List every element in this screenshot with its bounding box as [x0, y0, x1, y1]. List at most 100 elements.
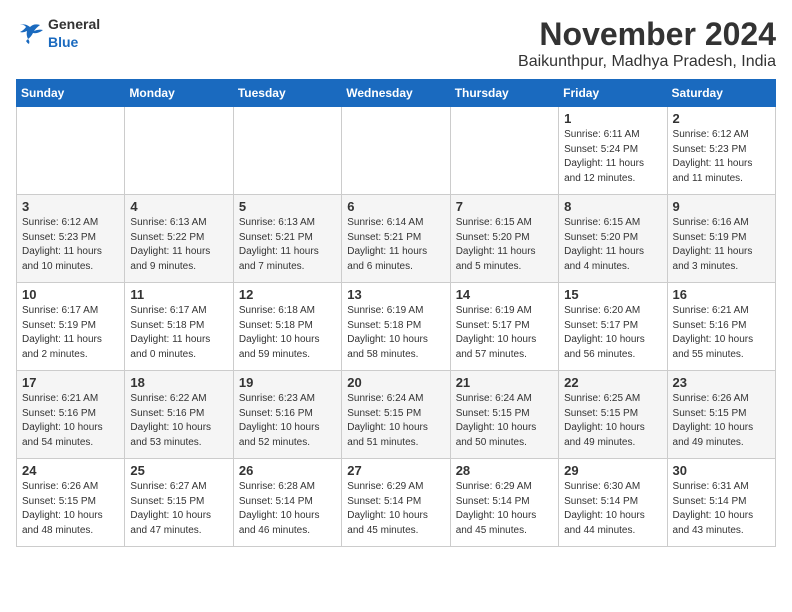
calendar-cell: [233, 107, 341, 195]
day-number: 6: [347, 199, 444, 214]
day-number: 12: [239, 287, 336, 302]
calendar-cell: [125, 107, 233, 195]
calendar-cell: 29 Sunrise: 6:30 AM Sunset: 5:14 PM Dayli…: [559, 459, 667, 547]
day-info: Sunrise: 6:19 AM Sunset: 5:17 PM Dayligh…: [456, 304, 553, 362]
calendar-week-row: 10Sunrise: 6:17 AM Sunset: 5:19 PM Dayli…: [17, 283, 776, 371]
calendar-cell: 24 Sunrise: 6:26 AM Sunset: 5:15 PM Dayli…: [17, 459, 125, 547]
weekday-header-monday: Monday: [125, 80, 233, 107]
day-info: Sunrise: 6:14 AM Sunset: 5:21 PM Dayligh…: [347, 216, 444, 274]
day-info: Sunrise: 6:27 AM Sunset: 5:15 PM Dayligh…: [130, 480, 227, 538]
calendar-cell: 12 Sunrise: 6:18 AM Sunset: 5:18 PM Dayli…: [233, 283, 341, 371]
calendar-week-row: 17Sunrise: 6:21 AM Sunset: 5:16 PM Dayli…: [17, 371, 776, 459]
calendar-cell: 1Sunrise: 6:11 AM Sunset: 5:24 PM Daylig…: [559, 107, 667, 195]
calendar-week-row: 1Sunrise: 6:11 AM Sunset: 5:24 PM Daylig…: [17, 107, 776, 195]
day-number: 26: [239, 463, 336, 478]
day-info: Sunrise: 6:29 AM Sunset: 5:14 PM Dayligh…: [347, 480, 444, 538]
day-info: Sunrise: 6:28 AM Sunset: 5:14 PM Dayligh…: [239, 480, 336, 538]
day-info: Sunrise: 6:26 AM Sunset: 5:15 PM Dayligh…: [673, 392, 770, 450]
day-number: 23: [673, 375, 770, 390]
day-info: Sunrise: 6:12 AM Sunset: 5:23 PM Dayligh…: [673, 128, 770, 186]
calendar-cell: 28 Sunrise: 6:29 AM Sunset: 5:14 PM Dayli…: [450, 459, 558, 547]
calendar-cell: 15Sunrise: 6:20 AM Sunset: 5:17 PM Dayli…: [559, 283, 667, 371]
day-number: 4: [130, 199, 227, 214]
calendar-cell: [342, 107, 450, 195]
calendar-week-row: 3Sunrise: 6:12 AM Sunset: 5:23 PM Daylig…: [17, 195, 776, 283]
day-number: 7: [456, 199, 553, 214]
day-number: 19: [239, 375, 336, 390]
day-info: Sunrise: 6:19 AM Sunset: 5:18 PM Dayligh…: [347, 304, 444, 362]
calendar-cell: 22 Sunrise: 6:25 AM Sunset: 5:15 PM Dayli…: [559, 371, 667, 459]
day-number: 22: [564, 375, 661, 390]
calendar-cell: [450, 107, 558, 195]
day-info: Sunrise: 6:23 AM Sunset: 5:16 PM Dayligh…: [239, 392, 336, 450]
weekday-header-friday: Friday: [559, 80, 667, 107]
day-number: 21: [456, 375, 553, 390]
calendar-cell: 16 Sunrise: 6:21 AM Sunset: 5:16 PM Dayli…: [667, 283, 775, 371]
calendar-cell: [17, 107, 125, 195]
day-info: Sunrise: 6:29 AM Sunset: 5:14 PM Dayligh…: [456, 480, 553, 538]
weekday-header-saturday: Saturday: [667, 80, 775, 107]
day-info: Sunrise: 6:15 AM Sunset: 5:20 PM Dayligh…: [564, 216, 661, 274]
calendar-cell: 26 Sunrise: 6:28 AM Sunset: 5:14 PM Dayli…: [233, 459, 341, 547]
calendar-cell: 2 Sunrise: 6:12 AM Sunset: 5:23 PM Daylig…: [667, 107, 775, 195]
calendar-cell: 6 Sunrise: 6:14 AM Sunset: 5:21 PM Daylig…: [342, 195, 450, 283]
day-number: 14: [456, 287, 553, 302]
calendar-cell: 23 Sunrise: 6:26 AM Sunset: 5:15 PM Dayli…: [667, 371, 775, 459]
calendar-cell: 14 Sunrise: 6:19 AM Sunset: 5:17 PM Dayli…: [450, 283, 558, 371]
day-info: Sunrise: 6:25 AM Sunset: 5:15 PM Dayligh…: [564, 392, 661, 450]
day-info: Sunrise: 6:17 AM Sunset: 5:18 PM Dayligh…: [130, 304, 227, 362]
weekday-header-wednesday: Wednesday: [342, 80, 450, 107]
calendar-cell: 3Sunrise: 6:12 AM Sunset: 5:23 PM Daylig…: [17, 195, 125, 283]
calendar-cell: 13 Sunrise: 6:19 AM Sunset: 5:18 PM Dayli…: [342, 283, 450, 371]
day-number: 18: [130, 375, 227, 390]
day-number: 10: [22, 287, 119, 302]
day-info: Sunrise: 6:15 AM Sunset: 5:20 PM Dayligh…: [456, 216, 553, 274]
day-info: Sunrise: 6:21 AM Sunset: 5:16 PM Dayligh…: [22, 392, 119, 450]
logo-bird-icon: [16, 23, 44, 45]
day-info: Sunrise: 6:16 AM Sunset: 5:19 PM Dayligh…: [673, 216, 770, 274]
day-number: 11: [130, 287, 227, 302]
day-info: Sunrise: 6:30 AM Sunset: 5:14 PM Dayligh…: [564, 480, 661, 538]
calendar-cell: 20Sunrise: 6:24 AM Sunset: 5:15 PM Dayli…: [342, 371, 450, 459]
day-number: 15: [564, 287, 661, 302]
day-info: Sunrise: 6:12 AM Sunset: 5:23 PM Dayligh…: [22, 216, 119, 274]
calendar-cell: 25Sunrise: 6:27 AM Sunset: 5:15 PM Dayli…: [125, 459, 233, 547]
logo-text: General Blue: [48, 16, 100, 52]
logo: General Blue: [16, 16, 100, 52]
day-info: Sunrise: 6:13 AM Sunset: 5:22 PM Dayligh…: [130, 216, 227, 274]
calendar-cell: 10Sunrise: 6:17 AM Sunset: 5:19 PM Dayli…: [17, 283, 125, 371]
day-number: 2: [673, 111, 770, 126]
calendar-cell: 8 Sunrise: 6:15 AM Sunset: 5:20 PM Daylig…: [559, 195, 667, 283]
day-number: 29: [564, 463, 661, 478]
weekday-header-tuesday: Tuesday: [233, 80, 341, 107]
day-info: Sunrise: 6:11 AM Sunset: 5:24 PM Dayligh…: [564, 128, 661, 186]
calendar-cell: 30 Sunrise: 6:31 AM Sunset: 5:14 PM Dayli…: [667, 459, 775, 547]
location-title: Baikunthpur, Madhya Pradesh, India: [518, 53, 776, 71]
day-number: 8: [564, 199, 661, 214]
calendar-cell: 21 Sunrise: 6:24 AM Sunset: 5:15 PM Dayli…: [450, 371, 558, 459]
calendar-cell: 18 Sunrise: 6:22 AM Sunset: 5:16 PM Dayli…: [125, 371, 233, 459]
day-number: 27: [347, 463, 444, 478]
calendar-cell: 9Sunrise: 6:16 AM Sunset: 5:19 PM Daylig…: [667, 195, 775, 283]
day-number: 30: [673, 463, 770, 478]
calendar-cell: 11 Sunrise: 6:17 AM Sunset: 5:18 PM Dayli…: [125, 283, 233, 371]
day-number: 13: [347, 287, 444, 302]
calendar-title-block: November 2024 Baikunthpur, Madhya Prades…: [518, 16, 776, 71]
day-number: 16: [673, 287, 770, 302]
day-number: 28: [456, 463, 553, 478]
calendar-week-row: 24 Sunrise: 6:26 AM Sunset: 5:15 PM Dayli…: [17, 459, 776, 547]
day-info: Sunrise: 6:31 AM Sunset: 5:14 PM Dayligh…: [673, 480, 770, 538]
day-info: Sunrise: 6:24 AM Sunset: 5:15 PM Dayligh…: [456, 392, 553, 450]
calendar-cell: 19 Sunrise: 6:23 AM Sunset: 5:16 PM Dayli…: [233, 371, 341, 459]
day-info: Sunrise: 6:22 AM Sunset: 5:16 PM Dayligh…: [130, 392, 227, 450]
calendar-cell: 17Sunrise: 6:21 AM Sunset: 5:16 PM Dayli…: [17, 371, 125, 459]
day-info: Sunrise: 6:13 AM Sunset: 5:21 PM Dayligh…: [239, 216, 336, 274]
day-info: Sunrise: 6:26 AM Sunset: 5:15 PM Dayligh…: [22, 480, 119, 538]
day-number: 24: [22, 463, 119, 478]
calendar-cell: 7 Sunrise: 6:15 AM Sunset: 5:20 PM Daylig…: [450, 195, 558, 283]
day-info: Sunrise: 6:21 AM Sunset: 5:16 PM Dayligh…: [673, 304, 770, 362]
weekday-header-thursday: Thursday: [450, 80, 558, 107]
calendar-header-row: SundayMondayTuesdayWednesdayThursdayFrid…: [17, 80, 776, 107]
day-info: Sunrise: 6:18 AM Sunset: 5:18 PM Dayligh…: [239, 304, 336, 362]
day-info: Sunrise: 6:24 AM Sunset: 5:15 PM Dayligh…: [347, 392, 444, 450]
